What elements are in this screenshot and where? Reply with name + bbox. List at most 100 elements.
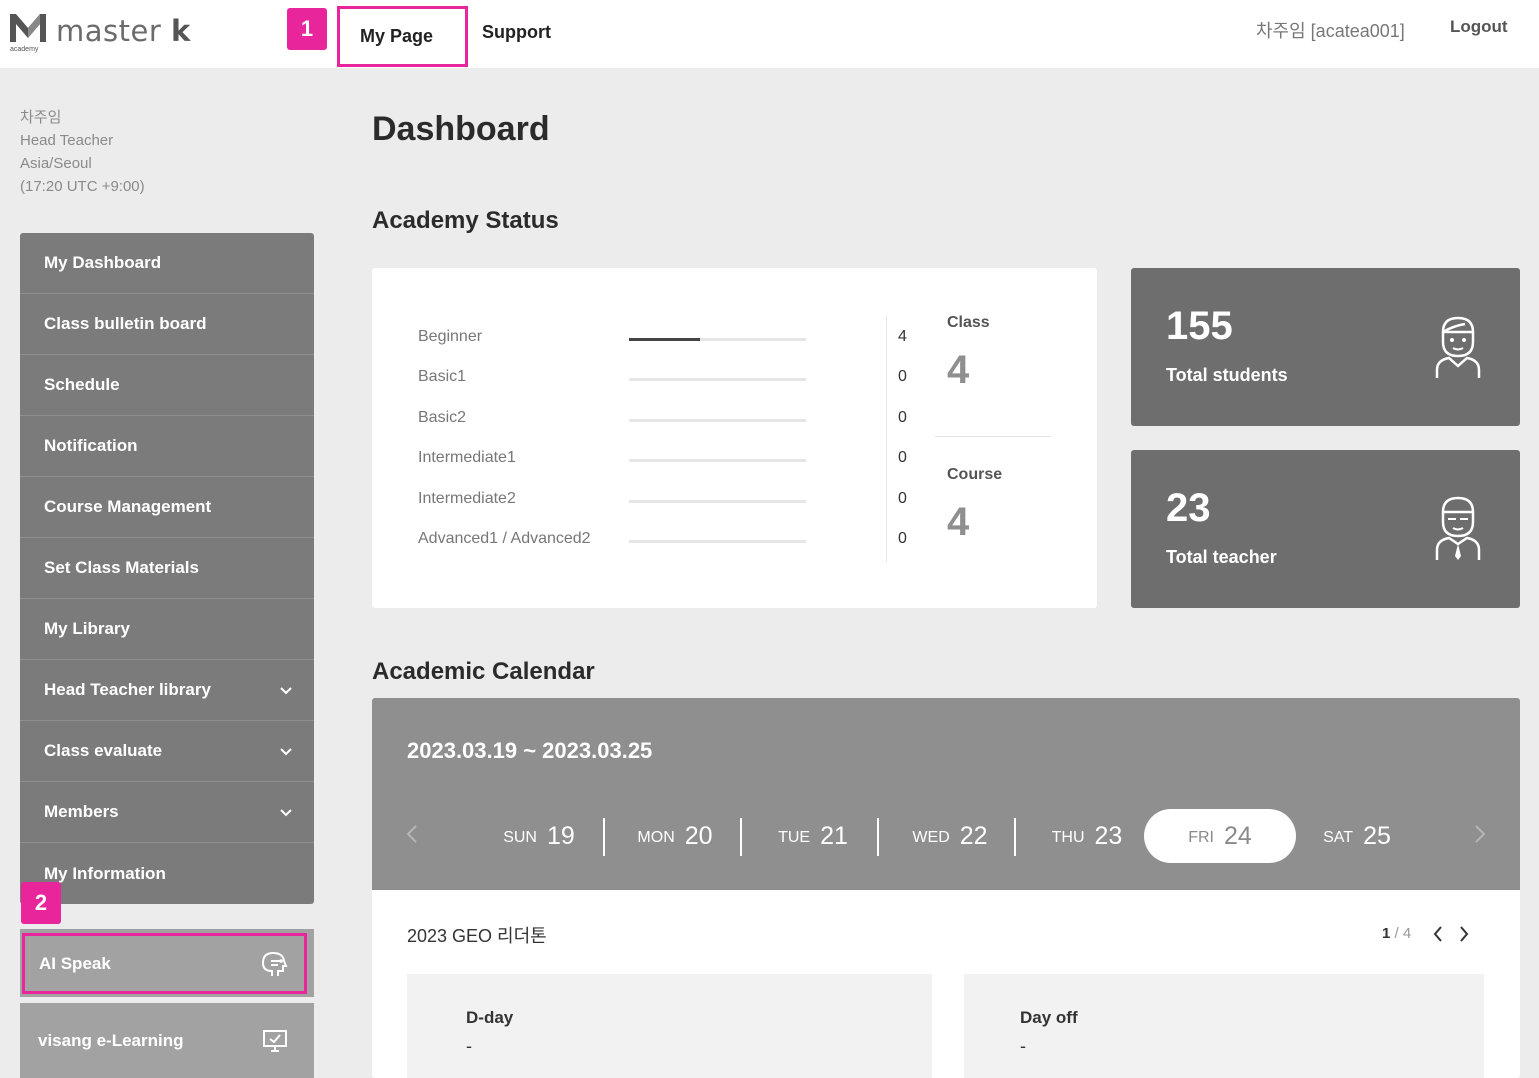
- status-divider: [886, 316, 887, 562]
- course-value: 4: [947, 500, 970, 544]
- prev-page-icon[interactable]: [1432, 924, 1444, 944]
- sidebar-item-notification[interactable]: Notification: [20, 416, 314, 477]
- level-progress-bar: [629, 378, 806, 381]
- pager-total: 4: [1402, 925, 1412, 942]
- dayoff-card: Day off -: [964, 974, 1484, 1078]
- pager-separator: /: [1390, 925, 1403, 942]
- day-wed[interactable]: WED 22: [895, 809, 1005, 863]
- ai-speak-button[interactable]: AI Speak: [22, 933, 307, 994]
- sidebar-item-label: My Information: [44, 863, 166, 883]
- event-title: 2023 GEO 리더톤: [407, 926, 547, 946]
- profile-role: Head Teacher: [20, 132, 114, 149]
- day-mon[interactable]: MON 20: [620, 809, 730, 863]
- event-pager: 1 / 4: [1382, 925, 1411, 942]
- day-separator: [877, 818, 879, 856]
- sidebar-item-my-information[interactable]: My Information: [20, 843, 314, 904]
- total-teacher-card: 23 Total teacher: [1131, 450, 1520, 608]
- sidebar-item-label: Set Class Materials: [44, 558, 199, 577]
- level-progress-bar: [629, 419, 806, 422]
- sidebar-item-label: Schedule: [44, 375, 120, 394]
- day-separator: [740, 818, 742, 856]
- ai-speak-panel: AI Speak: [20, 929, 314, 997]
- dday-card: D-day -: [407, 974, 932, 1078]
- dayoff-label: Day off: [1020, 1008, 1078, 1027]
- calendar-range: 2023.03.19 ~ 2023.03.25: [407, 738, 653, 763]
- monitor-check-icon: [263, 1029, 287, 1052]
- day-tue[interactable]: TUE 21: [758, 809, 868, 863]
- sidebar-item-label: Class evaluate: [44, 741, 163, 760]
- class-value: 4: [947, 348, 970, 392]
- page-title: Dashboard: [372, 110, 550, 148]
- total-students-value: 155: [1166, 304, 1233, 348]
- day-name: SAT: [1323, 829, 1354, 846]
- level-count: 0: [898, 409, 907, 426]
- sidebar-item-class-bulletin-board[interactable]: Class bulletin board: [20, 294, 314, 355]
- level-name: Intermediate1: [418, 449, 516, 466]
- academic-calendar: 2023.03.19 ~ 2023.03.25 SUN 19 MON 20 TUE 2…: [372, 698, 1520, 1078]
- annotation-badge-1: 1: [287, 8, 327, 50]
- sidebar-item-schedule[interactable]: Schedule: [20, 355, 314, 416]
- day-name: MON: [637, 829, 675, 846]
- sidebar-item-course-management[interactable]: Course Management: [20, 477, 314, 538]
- level-progress-fill: [629, 338, 700, 341]
- day-name: THU: [1051, 829, 1085, 846]
- dday-label: D-day: [466, 1008, 514, 1027]
- master-k-logo[interactable]: academy master k: [10, 12, 191, 53]
- nav-my-page[interactable]: My Page: [337, 6, 468, 67]
- sidebar-item-my-library[interactable]: My Library: [20, 599, 314, 660]
- day-sat[interactable]: SAT 25: [1302, 809, 1412, 863]
- next-page-icon[interactable]: [1458, 924, 1470, 944]
- day-name: FRI: [1188, 829, 1214, 846]
- class-label: Class: [947, 314, 990, 331]
- profile-timezone: Asia/Seoul: [20, 155, 92, 172]
- day-fri-selected[interactable]: FRI 24: [1144, 809, 1296, 863]
- level-name: Basic2: [418, 409, 467, 426]
- prev-week-icon[interactable]: [406, 824, 418, 844]
- level-count: 0: [898, 449, 907, 466]
- sidebar-item-members[interactable]: Members: [20, 782, 314, 843]
- next-week-icon[interactable]: [1474, 824, 1486, 844]
- day-date: 24: [1223, 821, 1252, 850]
- course-label: Course: [947, 466, 1003, 483]
- level-count: 4: [898, 328, 907, 345]
- level-progress-bar: [629, 459, 806, 462]
- day-date: 21: [820, 821, 848, 850]
- chevron-down-icon[interactable]: [280, 745, 292, 757]
- day-date: 23: [1094, 821, 1123, 850]
- sidebar-item-label: Notification: [44, 436, 138, 455]
- top-bar: academy master k 1 My Page Support 차주임 […: [0, 0, 1539, 68]
- sidebar-item-class-evaluate[interactable]: Class evaluate: [20, 721, 314, 782]
- chevron-down-icon[interactable]: [280, 806, 292, 818]
- stat-divider: [935, 436, 1051, 437]
- sidebar-item-label: Class bulletin board: [44, 314, 207, 333]
- day-date: 20: [684, 821, 713, 850]
- day-sun[interactable]: SUN 19: [484, 809, 594, 863]
- total-teacher-label: Total teacher: [1166, 547, 1277, 567]
- level-row: Basic1 0: [418, 368, 907, 390]
- level-row: Intermediate2 0: [418, 490, 907, 512]
- sidebar-item-label: Head Teacher library: [44, 680, 211, 699]
- day-date: 19: [546, 821, 575, 850]
- annotation-badge-2: 2: [21, 882, 61, 924]
- day-date: 25: [1363, 821, 1391, 850]
- chevron-down-icon[interactable]: [280, 684, 292, 696]
- user-label: 차주임 [acatea001]: [1256, 21, 1405, 41]
- elearning-label: visang e-Learning: [38, 1030, 184, 1050]
- level-name: Advanced1 / Advanced2: [418, 530, 591, 547]
- day-name: SUN: [503, 829, 537, 846]
- visang-elearning-button[interactable]: visang e-Learning: [20, 1003, 314, 1078]
- total-students-label: Total students: [1166, 365, 1288, 385]
- sidebar-item-head-teacher-library[interactable]: Head Teacher library: [20, 660, 314, 721]
- sidebar-item-my-dashboard[interactable]: My Dashboard: [20, 233, 314, 294]
- day-separator: [1014, 818, 1016, 856]
- logout-link[interactable]: Logout: [1450, 17, 1508, 37]
- day-thu[interactable]: THU 23: [1032, 809, 1142, 863]
- dayoff-value: -: [1020, 1036, 1026, 1056]
- day-name: TUE: [778, 829, 811, 846]
- sidebar-item-set-class-materials[interactable]: Set Class Materials: [20, 538, 314, 599]
- profile-name: 차주임: [20, 109, 62, 126]
- total-teacher-value: 23: [1166, 486, 1211, 530]
- sidebar-menu: My Dashboard Class bulletin board Schedu…: [20, 233, 314, 904]
- level-row: Intermediate1 0: [418, 449, 907, 471]
- nav-support[interactable]: Support: [482, 22, 551, 43]
